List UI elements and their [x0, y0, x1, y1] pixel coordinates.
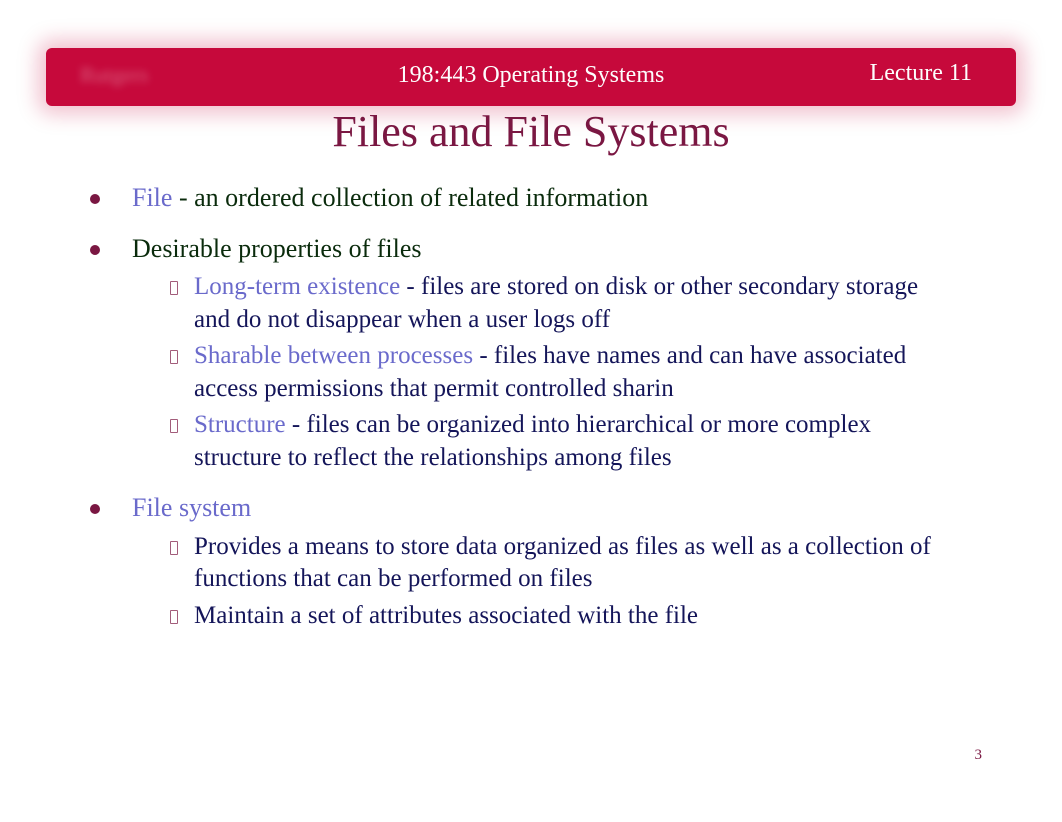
term-file: File	[132, 183, 172, 212]
desc-structure: - files can be organized into hierarchic…	[194, 411, 871, 471]
slide: Rutgers 198:443 Operating Systems Lectur…	[0, 0, 1062, 822]
sub-structure: Structure - files can be organized into …	[170, 409, 960, 474]
sub-fs-provides: Provides a means to store data organized…	[170, 531, 960, 596]
sub-sharable: Sharable between processes - files have …	[170, 340, 960, 405]
bullet-desirable-properties: Desirable properties of files Long-term …	[90, 233, 960, 475]
slide-title: Files and File Systems	[0, 106, 1062, 157]
term-structure: Structure	[194, 411, 286, 438]
desc-file: an ordered collection of related informa…	[194, 183, 648, 212]
sub-fs-attributes: Maintain a set of attributes associated …	[170, 600, 960, 633]
header-lecture-label: Lecture 11	[870, 60, 972, 87]
heading-desirable-properties: Desirable properties of files	[132, 234, 422, 263]
header-bar: Rutgers 198:443 Operating Systems Lectur…	[46, 48, 1016, 106]
desc-fs-provides: Provides a means to store data organized…	[194, 533, 931, 593]
page-number: 3	[975, 747, 983, 764]
slide-content: File - an ordered collection of related …	[90, 182, 960, 650]
sep-file: -	[172, 183, 194, 212]
desc-fs-attributes: Maintain a set of attributes associated …	[194, 602, 698, 629]
term-sharable: Sharable between processes	[194, 342, 473, 369]
sub-long-term-existence: Long-term existence - files are stored o…	[170, 271, 960, 336]
bullet-file-definition: File - an ordered collection of related …	[90, 182, 960, 215]
bullet-file-system: File system Provides a means to store da…	[90, 492, 960, 632]
term-file-system: File system	[132, 493, 251, 522]
term-long-term: Long-term existence	[194, 273, 400, 300]
